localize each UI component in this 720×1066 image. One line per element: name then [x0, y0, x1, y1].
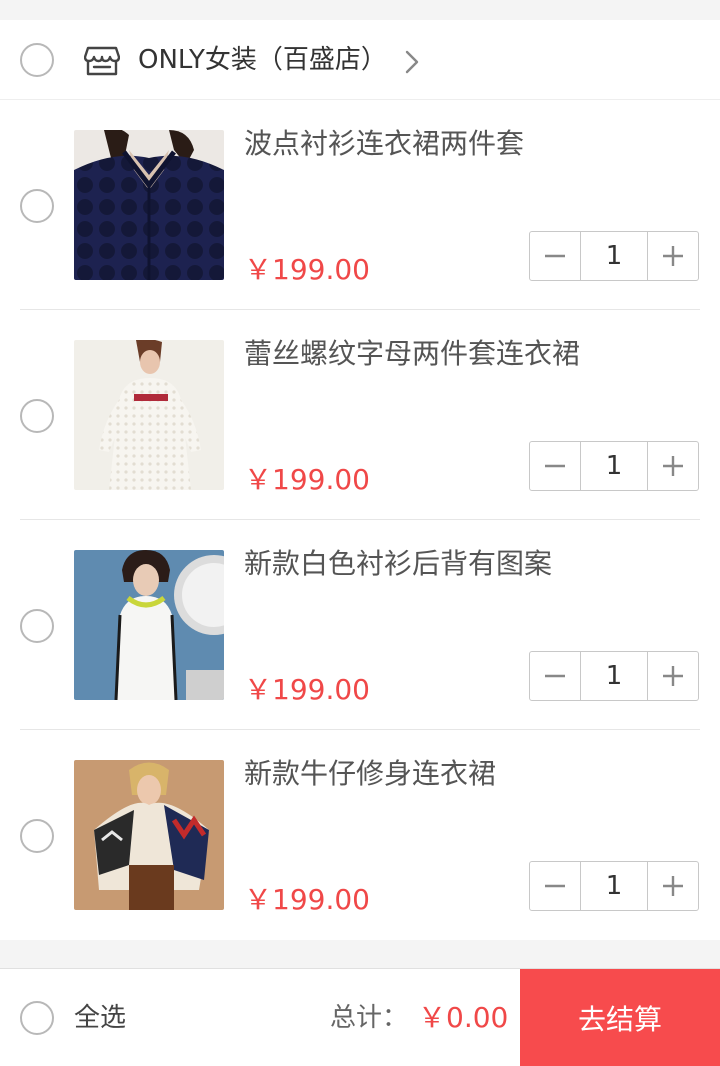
- item-select-radio[interactable]: [20, 399, 54, 433]
- plus-icon: [663, 246, 683, 266]
- quantity-stepper: 1: [529, 441, 699, 491]
- select-all-label[interactable]: 全选: [74, 999, 126, 1037]
- quantity-stepper: 1: [529, 861, 699, 911]
- minus-icon: [545, 254, 565, 258]
- cart-item: 新款白色衬衫后背有图案 ￥199.00 1: [0, 520, 720, 730]
- plus-icon: [663, 666, 683, 686]
- plus-icon: [663, 456, 683, 476]
- minus-icon: [545, 464, 565, 468]
- total-value: ￥0.00: [418, 1001, 509, 1034]
- item-select-radio[interactable]: [20, 189, 54, 223]
- total-label: 总计：: [330, 1003, 409, 1033]
- increase-button[interactable]: [648, 232, 698, 280]
- cart-item: 蕾丝螺纹字母两件套连衣裙 ￥199.00 1: [0, 310, 720, 520]
- product-price: ￥199.00: [244, 883, 370, 916]
- quantity-stepper: 1: [529, 231, 699, 281]
- decrease-button[interactable]: [530, 442, 580, 490]
- product-image[interactable]: [74, 760, 224, 910]
- minus-icon: [545, 674, 565, 678]
- quantity-value[interactable]: 1: [580, 232, 648, 280]
- checkout-button[interactable]: 去结算: [520, 969, 720, 1066]
- quantity-stepper: 1: [529, 651, 699, 701]
- quantity-value[interactable]: 1: [580, 442, 648, 490]
- cart-item: 波点衬衫连衣裙两件套 ￥199.00 1: [0, 100, 720, 310]
- product-price: ￥199.00: [244, 253, 370, 286]
- decrease-button[interactable]: [530, 232, 580, 280]
- cart-item-list: 波点衬衫连衣裙两件套 ￥199.00 1 蕾丝螺纹字母两件套连衣裙 ￥199.0…: [0, 100, 720, 940]
- decrease-button[interactable]: [530, 862, 580, 910]
- product-title[interactable]: 蕾丝螺纹字母两件套连衣裙: [244, 334, 580, 374]
- increase-button[interactable]: [648, 442, 698, 490]
- decrease-button[interactable]: [530, 652, 580, 700]
- cart-footer: 全选 总计： ￥0.00 去结算: [0, 968, 720, 1066]
- product-image[interactable]: [74, 340, 224, 490]
- chevron-right-icon[interactable]: [402, 49, 422, 75]
- item-select-radio[interactable]: [20, 609, 54, 643]
- increase-button[interactable]: [648, 862, 698, 910]
- product-title[interactable]: 新款白色衬衫后背有图案: [244, 544, 552, 584]
- plus-icon: [663, 876, 683, 896]
- product-image[interactable]: [74, 550, 224, 700]
- increase-button[interactable]: [648, 652, 698, 700]
- shop-name[interactable]: ONLY女装（百盛店）: [138, 42, 387, 78]
- quantity-value[interactable]: 1: [580, 652, 648, 700]
- shop-header: ONLY女装（百盛店）: [0, 20, 720, 100]
- cart-item: 新款牛仔修身连衣裙 ￥199.00 1: [0, 730, 720, 940]
- item-select-radio[interactable]: [20, 819, 54, 853]
- minus-icon: [545, 884, 565, 888]
- product-price: ￥199.00: [244, 673, 370, 706]
- product-image[interactable]: [74, 130, 224, 280]
- store-icon: [84, 46, 120, 76]
- cart-page: ONLY女装（百盛店） 波点衬衫连衣裙两件套 ￥199.00 1 蕾丝螺纹字母两…: [0, 0, 720, 1066]
- shop-select-radio[interactable]: [20, 43, 54, 77]
- quantity-value[interactable]: 1: [580, 862, 648, 910]
- product-price: ￥199.00: [244, 463, 370, 496]
- product-title[interactable]: 波点衬衫连衣裙两件套: [244, 124, 524, 164]
- product-title[interactable]: 新款牛仔修身连衣裙: [244, 754, 496, 794]
- select-all-radio[interactable]: [20, 1001, 54, 1035]
